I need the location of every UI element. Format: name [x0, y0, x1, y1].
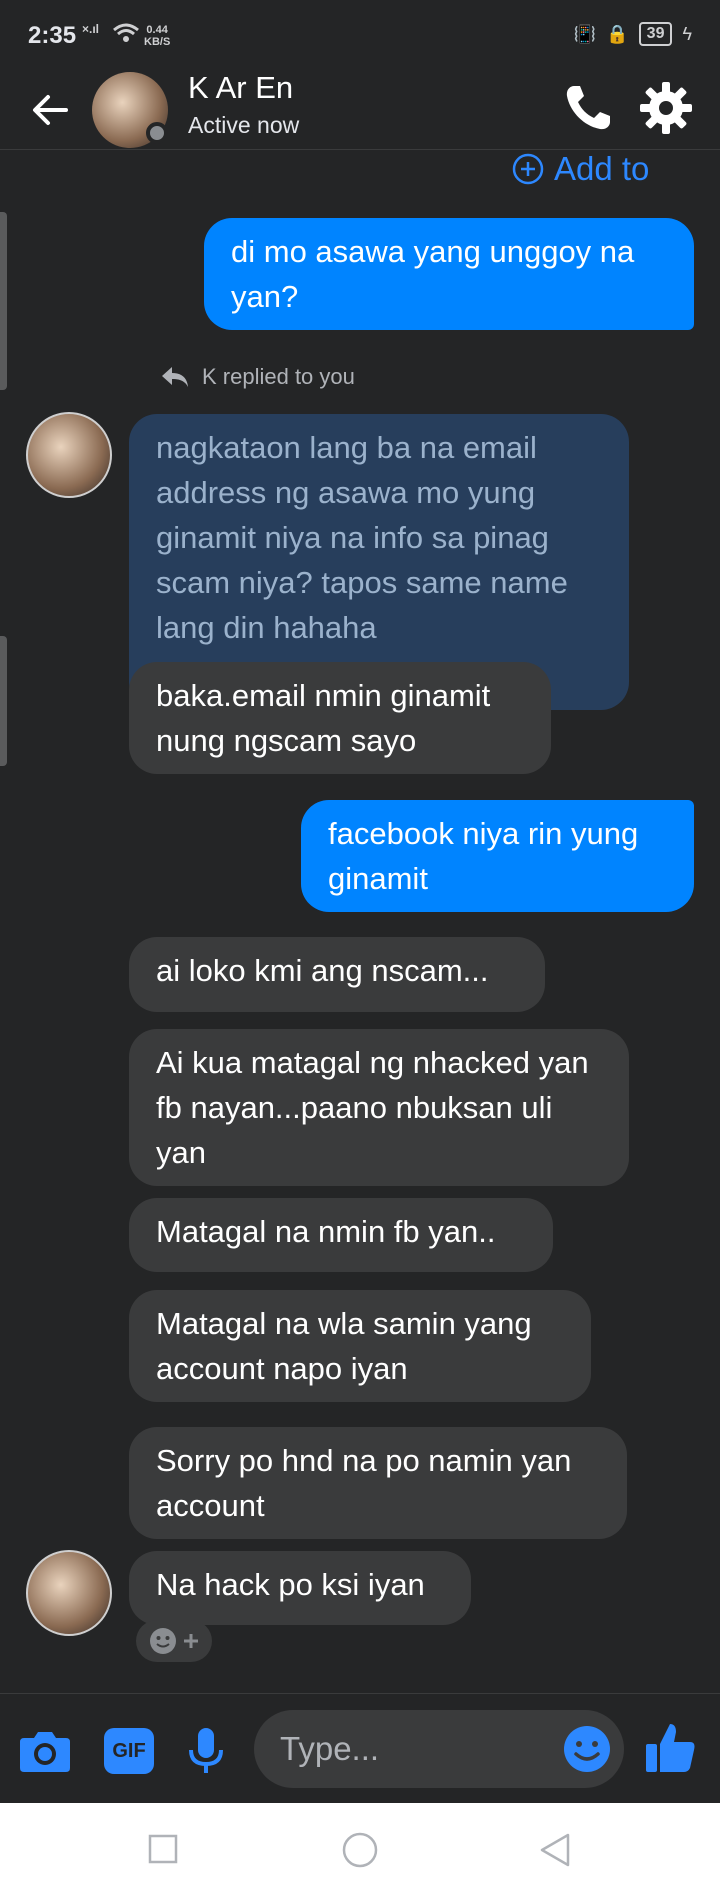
phone-call-icon[interactable] [560, 80, 616, 136]
status-time: 2:35 [28, 22, 77, 49]
wifi-icon [113, 23, 139, 42]
message-bubble-incoming[interactable]: Na hack po ksi iyan [129, 1551, 471, 1625]
add-reaction-button[interactable] [136, 1620, 212, 1662]
message-input[interactable] [280, 1710, 540, 1788]
settings-gear-icon[interactable] [636, 78, 696, 138]
contact-avatar-small[interactable] [26, 1550, 112, 1636]
message-bubble-incoming[interactable]: Matagal na wla samin yang account napo i… [129, 1290, 591, 1402]
recent-apps-icon[interactable] [148, 1834, 178, 1864]
message-bubble-outgoing[interactable]: facebook niya rin yung ginamit [301, 800, 694, 912]
plus-icon [184, 1634, 198, 1648]
signal-icon: ×.ıl [82, 22, 100, 36]
thumbs-up-icon[interactable] [642, 1720, 698, 1776]
camera-icon[interactable] [18, 1726, 72, 1776]
status-bar: 2:35 ×.ıl 0.44 KB/S 📳 🔒 39 ϟ [0, 0, 720, 70]
network-speed: 0.44 KB/S [144, 24, 171, 48]
charging-icon: ϟ [682, 23, 692, 44]
back-arrow-icon[interactable] [26, 86, 74, 134]
message-bubble-incoming[interactable]: Matagal na nmin fb yan.. [129, 1198, 553, 1272]
message-composer: GIF [0, 1693, 720, 1803]
battery-level: 39 [638, 22, 673, 46]
message-bubble-incoming[interactable]: ai loko kmi ang nscam... [129, 937, 545, 1012]
add-to-label: Add to [554, 150, 650, 187]
presence-dot [146, 122, 168, 144]
reply-arrow-icon [162, 367, 188, 387]
status-right: 📳 🔒 39 ϟ [574, 22, 692, 46]
back-nav-icon[interactable] [538, 1832, 572, 1868]
scroll-indicator [0, 636, 7, 766]
message-bubble-outgoing[interactable]: di mo asawa yang unggoy na yan? [204, 218, 694, 330]
home-icon[interactable] [342, 1832, 378, 1868]
system-navigation-bar [0, 1803, 720, 1895]
message-bubble-incoming[interactable]: Ai kua matagal ng nhacked yan fb nayan..… [129, 1029, 629, 1186]
scroll-indicator [0, 212, 7, 390]
vibrate-icon: 📳 [573, 23, 597, 44]
reply-note: K replied to you [160, 364, 355, 390]
contact-name[interactable]: K Ar En [188, 70, 293, 106]
message-bubble-incoming[interactable]: Sorry po hnd na po namin yan account [129, 1427, 627, 1539]
add-circle-icon [512, 153, 544, 185]
emoji-icon[interactable] [562, 1724, 612, 1774]
contact-avatar-small[interactable] [26, 412, 112, 498]
add-to-button[interactable]: Add to [512, 150, 649, 188]
gif-icon[interactable]: GIF [104, 1728, 154, 1774]
message-bubble-incoming[interactable]: baka.email nmin ginamit nung ngscam sayo [129, 662, 551, 774]
rotation-lock-icon: 🔒 [606, 23, 629, 44]
microphone-icon[interactable] [186, 1726, 226, 1776]
smiley-icon [150, 1628, 176, 1654]
reply-note-text: K replied to you [202, 364, 355, 389]
conversation-header: K Ar En Active now [0, 70, 720, 150]
message-input-box[interactable] [254, 1710, 624, 1788]
contact-status: Active now [188, 112, 300, 138]
